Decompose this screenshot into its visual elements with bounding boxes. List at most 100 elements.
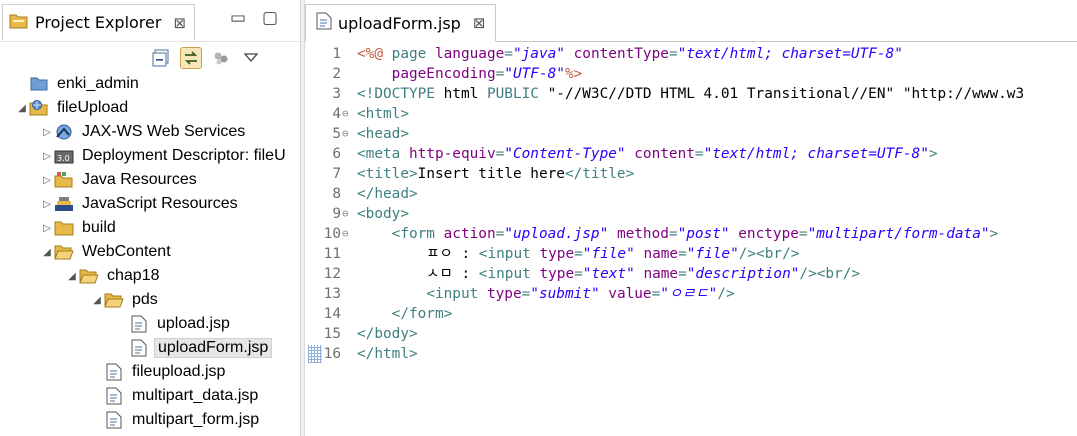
collapse-arrow-icon[interactable]: ▷ <box>40 199 54 210</box>
code-token: "text/html; charset=UTF-8" <box>703 146 929 162</box>
code-token: contentType <box>573 46 669 62</box>
line-number: 11 <box>323 246 341 262</box>
code-token: method <box>616 226 669 242</box>
editor-tab-label: uploadForm.jsp <box>338 13 461 33</box>
collapse-arrow-icon[interactable]: ▷ <box>40 151 54 162</box>
code-text: <%@ page language="java" contentType="te… <box>357 44 903 64</box>
code-token: "file" <box>686 246 739 262</box>
tree-item[interactable]: fileupload.jsp <box>90 360 228 384</box>
expand-arrow-icon[interactable]: ◢ <box>90 295 104 306</box>
tree-item[interactable]: enki_admin <box>15 72 142 96</box>
code-text: <title>Insert title here</title> <box>357 164 634 184</box>
code-token: </form> <box>391 306 453 322</box>
code-text: <head> <box>357 124 409 144</box>
code-line[interactable]: 2 pageEncoding="UTF-8"%> <box>305 64 1077 84</box>
code-token: = <box>504 46 513 62</box>
minimize-icon[interactable]: ▭ <box>230 8 246 28</box>
code-token: <head> <box>357 126 409 142</box>
tree-item-label: chap18 <box>107 267 160 284</box>
tree-item[interactable]: ◢ fileUpload <box>15 96 131 120</box>
tree-item[interactable]: multipart_form.jsp <box>90 408 262 432</box>
code-line[interactable]: 4 ⊖ <html> <box>305 104 1077 124</box>
tree-item-label: JavaScript Resources <box>82 195 238 212</box>
code-line[interactable]: 9 ⊖ <body> <box>305 204 1077 224</box>
focus-on-active-task-icon[interactable] <box>210 47 232 69</box>
code-token: pageEncoding <box>391 66 496 82</box>
folder-open-icon <box>104 290 124 310</box>
tree-item[interactable]: ◢ chap18 <box>65 264 163 288</box>
code-token: <input <box>478 246 540 262</box>
tree-item[interactable]: ▷ Java Resources <box>40 168 200 192</box>
tree-item[interactable]: ◢ pds <box>90 288 161 312</box>
code-line[interactable]: 12 ㅅㅁ : <input type="text" name="descrip… <box>305 264 1077 284</box>
code-line[interactable]: 6 <meta http-equiv="Content-Type" content… <box>305 144 1077 164</box>
tree-item[interactable]: multipart_data.jsp <box>90 384 261 408</box>
fold-toggle-icon[interactable]: ⊖ <box>342 204 354 224</box>
tree-item[interactable]: ▷ build <box>40 216 119 240</box>
code-token: /><br/> <box>799 266 861 282</box>
code-line[interactable]: 13 <input type="submit" value="ㅇㄹㄷ"/> <box>305 284 1077 304</box>
code-token: = <box>694 146 704 162</box>
code-line[interactable]: 1 <%@ page language="java" contentType="t… <box>305 44 1077 64</box>
java-resources-icon <box>54 170 74 190</box>
code-line[interactable]: 7 <title>Insert title here</title> <box>305 164 1077 184</box>
expand-arrow-icon[interactable]: ◢ <box>40 247 54 258</box>
code-line[interactable]: 16 </html> <box>305 344 1077 364</box>
code-text: pageEncoding="UTF-8"%> <box>357 64 583 84</box>
code-line[interactable]: 10 ⊖ <form action="upload.jsp" method="po… <box>305 224 1077 244</box>
close-editor-icon[interactable]: ⊠ <box>473 14 486 32</box>
collapse-all-icon[interactable] <box>150 47 172 69</box>
code-line[interactable]: 11 ㅍㅇ : <input type="file" name="file"/>… <box>305 244 1077 264</box>
code-token: </title> <box>564 166 635 182</box>
code-token: <input <box>426 286 487 302</box>
code-token: "upload.jsp" <box>504 226 609 242</box>
tree-item[interactable]: ▷ JavaScript Resources <box>40 192 241 216</box>
code-text: <meta http-equiv="Content-Type" content=… <box>357 144 938 164</box>
code-token: = <box>798 226 808 242</box>
code-line[interactable]: 5 ⊖ <head> <box>305 124 1077 144</box>
tab-uploadform-jsp[interactable]: uploadForm.jsp ⊠ <box>305 4 497 42</box>
collapse-arrow-icon[interactable]: ▷ <box>40 127 54 138</box>
code-token: "multipart/form-data" <box>807 226 990 242</box>
project-explorer-view: Project Explorer ⊠ ▭ ▢ enki_admin ◢ fileUp… <box>0 0 300 436</box>
explorer-toolbar <box>150 44 262 72</box>
tree-item-label: WebContent <box>82 243 171 260</box>
code-text: ㅅㅁ : <input type="text" name="descriptio… <box>357 264 860 284</box>
tree-item[interactable]: uploadForm.jsp <box>115 336 273 360</box>
tab-project-explorer[interactable]: Project Explorer ⊠ <box>2 4 196 40</box>
code-area[interactable]: 1 <%@ page language="java" contentType="t… <box>305 42 1077 436</box>
expand-arrow-icon[interactable]: ◢ <box>15 103 29 114</box>
code-token: type <box>539 266 575 282</box>
fold-toggle-icon[interactable]: ⊖ <box>342 104 354 124</box>
tree-item[interactable]: ▷ JAX-WS Web Services <box>40 120 248 144</box>
code-token: "submit" <box>530 286 600 302</box>
expand-arrow-icon[interactable]: ◢ <box>65 271 79 282</box>
maximize-icon[interactable]: ▢ <box>262 8 278 28</box>
collapse-arrow-icon[interactable]: ▷ <box>40 223 54 234</box>
collapse-arrow-icon[interactable]: ▷ <box>40 175 54 186</box>
code-line[interactable]: 14 </form> <box>305 304 1077 324</box>
fold-toggle-icon[interactable]: ⊖ <box>342 124 354 144</box>
code-token: html <box>443 86 479 102</box>
view-menu-icon[interactable] <box>240 47 262 69</box>
code-text: </head> <box>357 184 418 204</box>
tree-item[interactable]: ◢ WebContent <box>40 240 174 264</box>
close-tab-icon[interactable]: ⊠ <box>173 14 186 32</box>
line-number: 16 <box>323 346 341 362</box>
code-token: "Content-Type" <box>504 146 626 162</box>
code-line[interactable]: 15 </body> <box>305 324 1077 344</box>
tree-item[interactable]: upload.jsp <box>115 312 233 336</box>
fold-toggle-icon[interactable]: ⊖ <box>342 224 354 244</box>
line-number: 6 <box>332 146 341 162</box>
line-number: 7 <box>332 166 341 182</box>
code-line[interactable]: 8 </head> <box>305 184 1077 204</box>
tree-item-label: fileupload.jsp <box>132 363 226 380</box>
code-token: "post" <box>677 226 730 242</box>
link-with-editor-icon[interactable] <box>180 47 202 69</box>
code-line[interactable]: 3 <!DOCTYPE html PUBLIC "-//W3C//DTD HTML… <box>305 84 1077 104</box>
tree-item[interactable]: ▷ 3.0 Deployment Descriptor: fileU <box>40 144 289 168</box>
